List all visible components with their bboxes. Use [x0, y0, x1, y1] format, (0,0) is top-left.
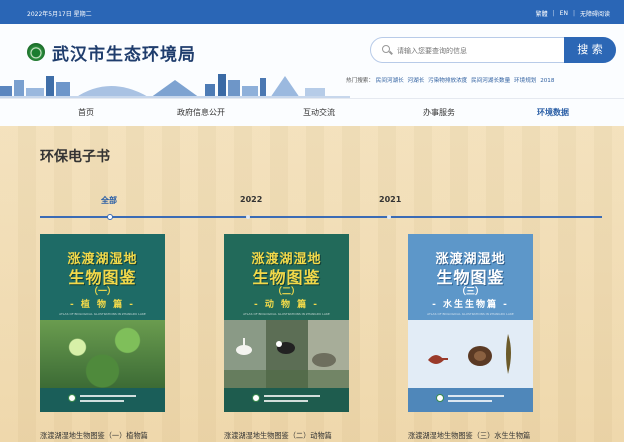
timeline-marker-2021[interactable]: [387, 215, 391, 219]
search-box: 搜 索: [370, 37, 616, 63]
main-nav: 首页 政府信息公开 互动交流 办事服务 环境数据: [0, 98, 624, 126]
ebook-cover-animals[interactable]: 涨渡湖湿地 生物图鉴 （二） - 动 物 篇 - ATLAS OF BIOLOG…: [224, 234, 349, 412]
cover-english-title: ATLAS OF BIOLOGICAL ILLUSTRATIONS IN ZHA…: [427, 312, 514, 316]
nav-item-gov-info[interactable]: 政府信息公开: [177, 107, 225, 118]
timeline-marker-2022[interactable]: [246, 215, 250, 219]
publisher-text-line: [80, 400, 124, 402]
city-skyline-banner: [0, 74, 350, 98]
bureau-logo-icon[interactable]: [27, 43, 45, 61]
search-input[interactable]: [397, 43, 557, 58]
publisher-text-line: [264, 395, 320, 397]
cover-footer: [224, 388, 349, 412]
traditional-chinese-link[interactable]: 繁體: [536, 9, 548, 18]
nav-item-home[interactable]: 首页: [78, 107, 94, 118]
cover-english-title: ATLAS OF BIOLOGICAL ILLUSTRATIONS IN ZHA…: [59, 312, 146, 316]
hot-keyword[interactable]: 环境规划: [514, 78, 536, 84]
publisher-logo-icon: [252, 394, 260, 402]
site-title[interactable]: 武汉市生态环境局: [52, 40, 196, 65]
current-date: 2022年5月17日 星期二: [27, 11, 92, 18]
nav-item-interaction[interactable]: 互动交流: [303, 107, 335, 118]
publisher-text-line: [80, 395, 136, 397]
cover-aquatic-photo: [408, 320, 533, 388]
hot-keyword[interactable]: 民间河湖长: [376, 78, 404, 84]
cover-volume: （二）: [272, 287, 300, 297]
cover-english-title: ATLAS OF BIOLOGICAL ILLUSTRATIONS IN ZHA…: [243, 312, 330, 316]
publisher-logo-icon: [68, 394, 76, 402]
cover-footer: [40, 388, 165, 412]
cover-volume: （三）: [456, 287, 484, 297]
year-timeline: [40, 216, 602, 218]
timeline-marker-all[interactable]: [107, 214, 113, 220]
ebook-title-link[interactable]: 涨渡湖湿地生物图鉴（三）水生生物篇: [408, 431, 530, 441]
nav-item-env-data[interactable]: 环境数据: [537, 107, 569, 118]
ebook-cover-plants[interactable]: 涨渡湖湿地 生物图鉴 （一） - 植 物 篇 - ATLAS OF BIOLOG…: [40, 234, 165, 412]
tab-all[interactable]: 全部: [101, 195, 117, 206]
cover-subtitle: - 植 物 篇 -: [69, 300, 135, 310]
divider: |: [572, 10, 575, 17]
cover-animal-photo: [224, 320, 349, 388]
site-header: 武汉市生态环境局 搜 索 热门搜索： 民间河湖长 河湖长 污染物排放浓度 民间河…: [0, 24, 624, 98]
nav-item-services[interactable]: 办事服务: [423, 107, 455, 118]
tab-2021[interactable]: 2021: [379, 195, 401, 204]
cover-subtitle: - 水生生物篇 -: [432, 300, 509, 310]
ebook-section: 环保电子书 全部 2022 2021 涨渡湖湿地 生物图鉴 （一） - 植 物 …: [0, 126, 624, 442]
hot-keyword[interactable]: 河湖长: [408, 78, 425, 84]
search-button[interactable]: 搜 索: [564, 37, 616, 63]
divider: |: [552, 10, 555, 17]
hot-keyword[interactable]: 民间河湖长数量: [471, 78, 510, 84]
tab-2022[interactable]: 2022: [240, 195, 262, 204]
publisher-text-line: [448, 400, 492, 402]
publisher-logo-icon: [436, 394, 444, 402]
cover-volume: （一）: [88, 287, 116, 297]
top-links: 繁體 | EN | 无障碍阅读: [536, 9, 610, 18]
accessibility-link[interactable]: 无障碍阅读: [580, 9, 610, 18]
cover-plant-photo: [40, 320, 165, 388]
top-bar: 2022年5月17日 星期二 繁體 | EN | 无障碍阅读: [0, 0, 624, 24]
english-link[interactable]: EN: [560, 10, 568, 17]
search-icon: [382, 45, 390, 53]
hot-keyword[interactable]: 污染物排放浓度: [428, 78, 467, 84]
hot-searches: 热门搜索： 民间河湖长 河湖长 污染物排放浓度 民间河湖长数量 环境规划 201…: [346, 76, 556, 84]
ebook-cover-aquatic[interactable]: 涨渡湖湿地 生物图鉴 （三） - 水生生物篇 - ATLAS OF BIOLOG…: [408, 234, 533, 412]
cover-footer: [408, 388, 533, 412]
publisher-text-line: [448, 395, 504, 397]
ebook-title-link[interactable]: 涨渡湖湿地生物图鉴（一）植物篇: [40, 431, 148, 441]
ebook-title-link[interactable]: 涨渡湖湿地生物图鉴（二）动物篇: [224, 431, 332, 441]
hot-search-label: 热门搜索：: [346, 78, 374, 84]
hot-keyword[interactable]: 2018: [540, 78, 554, 84]
cover-subtitle: - 动 物 篇 -: [253, 300, 319, 310]
publisher-text-line: [264, 400, 308, 402]
page-title: 环保电子书: [40, 149, 110, 165]
